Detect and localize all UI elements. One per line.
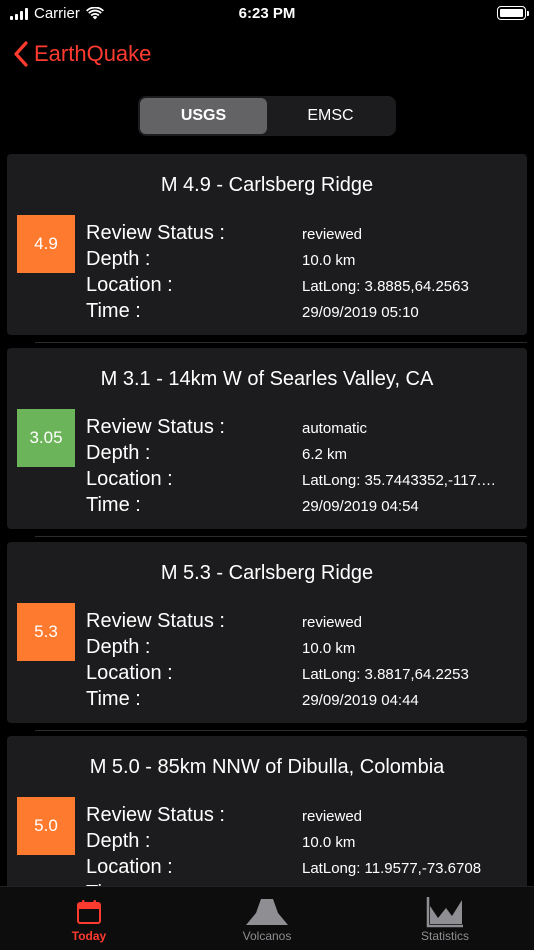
tab-statistics-label: Statistics bbox=[420, 929, 469, 943]
row-separator bbox=[35, 730, 527, 731]
review-status-label: Review Status : bbox=[86, 416, 225, 438]
location-value: LatLong: 3.8885,64.2563 bbox=[302, 278, 469, 295]
depth-value: 10.0 km bbox=[302, 252, 356, 269]
magnitude-badge: 5.0 bbox=[17, 797, 75, 855]
field-labels: Review Status : Depth : Location : Time … bbox=[86, 608, 225, 712]
magnitude-badge: 3.05 bbox=[17, 409, 75, 467]
tab-volcanos-label: Volcanos bbox=[242, 929, 292, 943]
field-values: reviewed 10.0 km LatLong: 3.8885,64.2563… bbox=[302, 222, 517, 326]
back-label: EarthQuake bbox=[34, 41, 152, 66]
magnitude-badge: 5.3 bbox=[17, 603, 75, 661]
time-value: 29/09/2019 05:10 bbox=[302, 304, 419, 321]
depth-label: Depth : bbox=[86, 636, 151, 658]
review-status-label: Review Status : bbox=[86, 804, 225, 826]
tab-volcanos[interactable]: Volcanos bbox=[207, 897, 327, 943]
segment-usgs[interactable]: USGS bbox=[140, 98, 267, 134]
earthquake-card[interactable]: M 5.3 - Carlsberg Ridge 5.3 Review Statu… bbox=[7, 542, 527, 731]
time-label: Time : bbox=[86, 688, 141, 710]
status-time: 6:23 PM bbox=[238, 5, 296, 22]
segment-emsc[interactable]: EMSC bbox=[267, 98, 394, 134]
field-labels: Review Status : Depth : Location : Time … bbox=[86, 414, 225, 518]
location-label: Location : bbox=[86, 468, 173, 490]
row-separator bbox=[35, 342, 527, 343]
earthquake-card[interactable]: M 3.1 - 14km W of Searles Valley, CA 3.0… bbox=[7, 348, 527, 537]
field-values: reviewed 10.0 km LatLong: 3.8817,64.2253… bbox=[302, 610, 517, 714]
battery-icon bbox=[497, 6, 529, 20]
back-button[interactable]: EarthQuake bbox=[14, 36, 151, 72]
volcano-icon bbox=[246, 899, 288, 925]
location-label: Location : bbox=[86, 856, 173, 878]
location-value: LatLong: 35.7443352,-117.… bbox=[302, 472, 497, 489]
depth-value: 6.2 km bbox=[302, 446, 348, 463]
review-status-label: Review Status : bbox=[86, 222, 225, 244]
location-value: LatLong: 11.9577,-73.6708 bbox=[302, 860, 482, 877]
location-label: Location : bbox=[86, 662, 173, 684]
tab-today-label: Today bbox=[71, 929, 107, 943]
source-segmented-control: USGS EMSC bbox=[138, 96, 396, 136]
depth-value: 10.0 km bbox=[302, 834, 356, 851]
tab-statistics[interactable]: Statistics bbox=[385, 897, 505, 943]
time-value: 29/09/2019 04:54 bbox=[302, 498, 419, 515]
field-labels: Review Status : Depth : Location : Time … bbox=[86, 802, 225, 886]
earthquake-card[interactable]: M 5.0 - 85km NNW of Dibulla, Colombia 5.… bbox=[7, 736, 527, 886]
depth-label: Depth : bbox=[86, 442, 151, 464]
location-label: Location : bbox=[86, 274, 173, 296]
quake-title: M 4.9 - Carlsberg Ridge bbox=[160, 174, 374, 196]
quake-title: M 5.3 - Carlsberg Ridge bbox=[160, 562, 374, 584]
row-separator bbox=[35, 536, 527, 537]
magnitude-badge: 4.9 bbox=[17, 215, 75, 273]
quake-title: M 3.1 - 14km W of Searles Valley, CA bbox=[100, 368, 434, 390]
review-status-value: reviewed bbox=[302, 808, 363, 825]
time-label: Time : bbox=[86, 300, 141, 322]
field-values: reviewed 10.0 km LatLong: 11.9577,-73.67… bbox=[302, 804, 517, 882]
tab-bar: Today Volcanos Statistics bbox=[0, 886, 534, 950]
chart-icon bbox=[426, 897, 463, 928]
review-status-value: automatic bbox=[302, 420, 368, 437]
time-label: Time : bbox=[86, 494, 141, 516]
location-value: LatLong: 3.8817,64.2253 bbox=[302, 666, 469, 683]
calendar-icon bbox=[77, 900, 101, 924]
time-value: 29/09/2019 04:44 bbox=[302, 692, 419, 709]
status-bar: Carrier 6:23 PM bbox=[0, 0, 534, 30]
earthquake-card[interactable]: M 4.9 - Carlsberg Ridge 4.9 Review Statu… bbox=[7, 154, 527, 343]
review-status-value: reviewed bbox=[302, 614, 363, 631]
depth-label: Depth : bbox=[86, 248, 151, 270]
field-labels: Review Status : Depth : Location : Time … bbox=[86, 220, 225, 324]
depth-value: 10.0 km bbox=[302, 640, 356, 657]
depth-label: Depth : bbox=[86, 830, 151, 852]
quake-title: M 5.0 - 85km NNW of Dibulla, Colombia bbox=[89, 756, 445, 778]
earthquake-list[interactable]: M 4.9 - Carlsberg Ridge 4.9 Review Statu… bbox=[0, 154, 534, 886]
review-status-value: reviewed bbox=[302, 226, 363, 243]
tab-today[interactable]: Today bbox=[29, 897, 149, 943]
chevron-left-icon bbox=[14, 41, 28, 67]
field-values: automatic 6.2 km LatLong: 35.7443352,-11… bbox=[302, 416, 517, 520]
review-status-label: Review Status : bbox=[86, 610, 225, 632]
